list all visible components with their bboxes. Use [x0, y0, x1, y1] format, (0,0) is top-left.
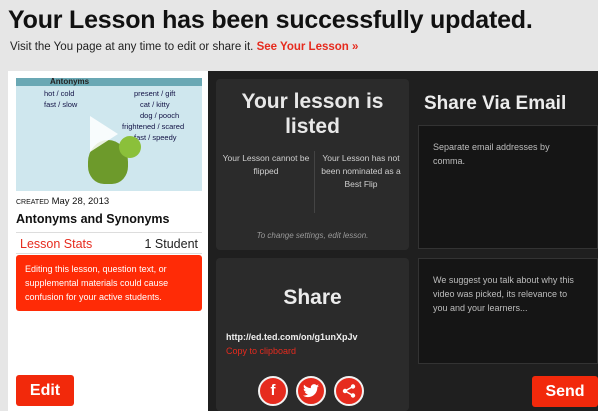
thumbnail-word: fast / slow: [44, 100, 78, 109]
send-button[interactable]: Send: [532, 376, 598, 407]
share-card: Share http://ed.ted.com/on/g1unXpJv Copy…: [216, 258, 409, 411]
share-heading: Share: [283, 286, 342, 309]
share-nodes-icon: [342, 384, 356, 398]
email-message-input[interactable]: [418, 258, 598, 364]
lesson-thumbnail[interactable]: Antonyms hot / cold fast / slow present …: [16, 78, 202, 191]
lesson-stats-link[interactable]: Lesson Stats: [20, 237, 92, 251]
turtle-head-illustration: [119, 136, 141, 158]
created-date: CREATED May 28, 2013: [16, 196, 110, 207]
nomination-status: Your Lesson has not been nominated as a …: [321, 153, 401, 189]
student-count: 1 Student: [144, 237, 198, 251]
twitter-icon[interactable]: [296, 376, 326, 406]
subtitle-text: Visit the You page at any time to edit o…: [10, 41, 254, 53]
settings-note: To change settings, edit lesson.: [256, 231, 369, 240]
share-via-email-heading: Share Via Email: [424, 93, 567, 114]
thumbnail-word: present / gift: [134, 89, 176, 98]
lesson-title: Antonyms and Synonyms: [16, 212, 170, 226]
listing-status-card: Your lesson is listed Your Lesson cannot…: [216, 79, 409, 250]
facebook-icon[interactable]: f: [258, 376, 288, 406]
lesson-sidebar: Antonyms hot / cold fast / slow present …: [8, 71, 208, 411]
edit-warning-banner: Editing this lesson, question text, or s…: [16, 255, 202, 311]
page-subtitle: Visit the You page at any time to edit o…: [10, 41, 358, 53]
twitter-bird-icon: [303, 384, 319, 398]
lesson-url: http://ed.ted.com/on/g1unXpJv: [226, 332, 358, 342]
copy-to-clipboard-link[interactable]: Copy to clipboard: [226, 346, 296, 356]
status-divider: [314, 151, 315, 213]
flip-status: Your Lesson cannot be flipped: [222, 153, 310, 176]
share-icon[interactable]: [334, 376, 364, 406]
thumbnail-word: cat / kitty: [140, 100, 170, 109]
play-icon[interactable]: [90, 116, 118, 152]
thumbnail-word: frightened / scared: [122, 122, 185, 131]
thumbnail-word: fast / speedy: [134, 133, 177, 142]
email-addresses-input[interactable]: [418, 125, 598, 249]
see-your-lesson-link[interactable]: See Your Lesson »: [257, 41, 359, 53]
thumbnail-header: Antonyms: [16, 78, 202, 86]
edit-button[interactable]: Edit: [16, 375, 74, 406]
page-title: Your Lesson has been successfully update…: [8, 6, 533, 34]
thumbnail-word: dog / pooch: [140, 111, 180, 120]
share-panel: Your lesson is listed Your Lesson cannot…: [208, 71, 598, 411]
lesson-stats-row: Lesson Stats 1 Student: [16, 232, 202, 254]
thumbnail-word: hot / cold: [44, 89, 75, 98]
listing-heading: Your lesson is listed: [241, 90, 384, 138]
